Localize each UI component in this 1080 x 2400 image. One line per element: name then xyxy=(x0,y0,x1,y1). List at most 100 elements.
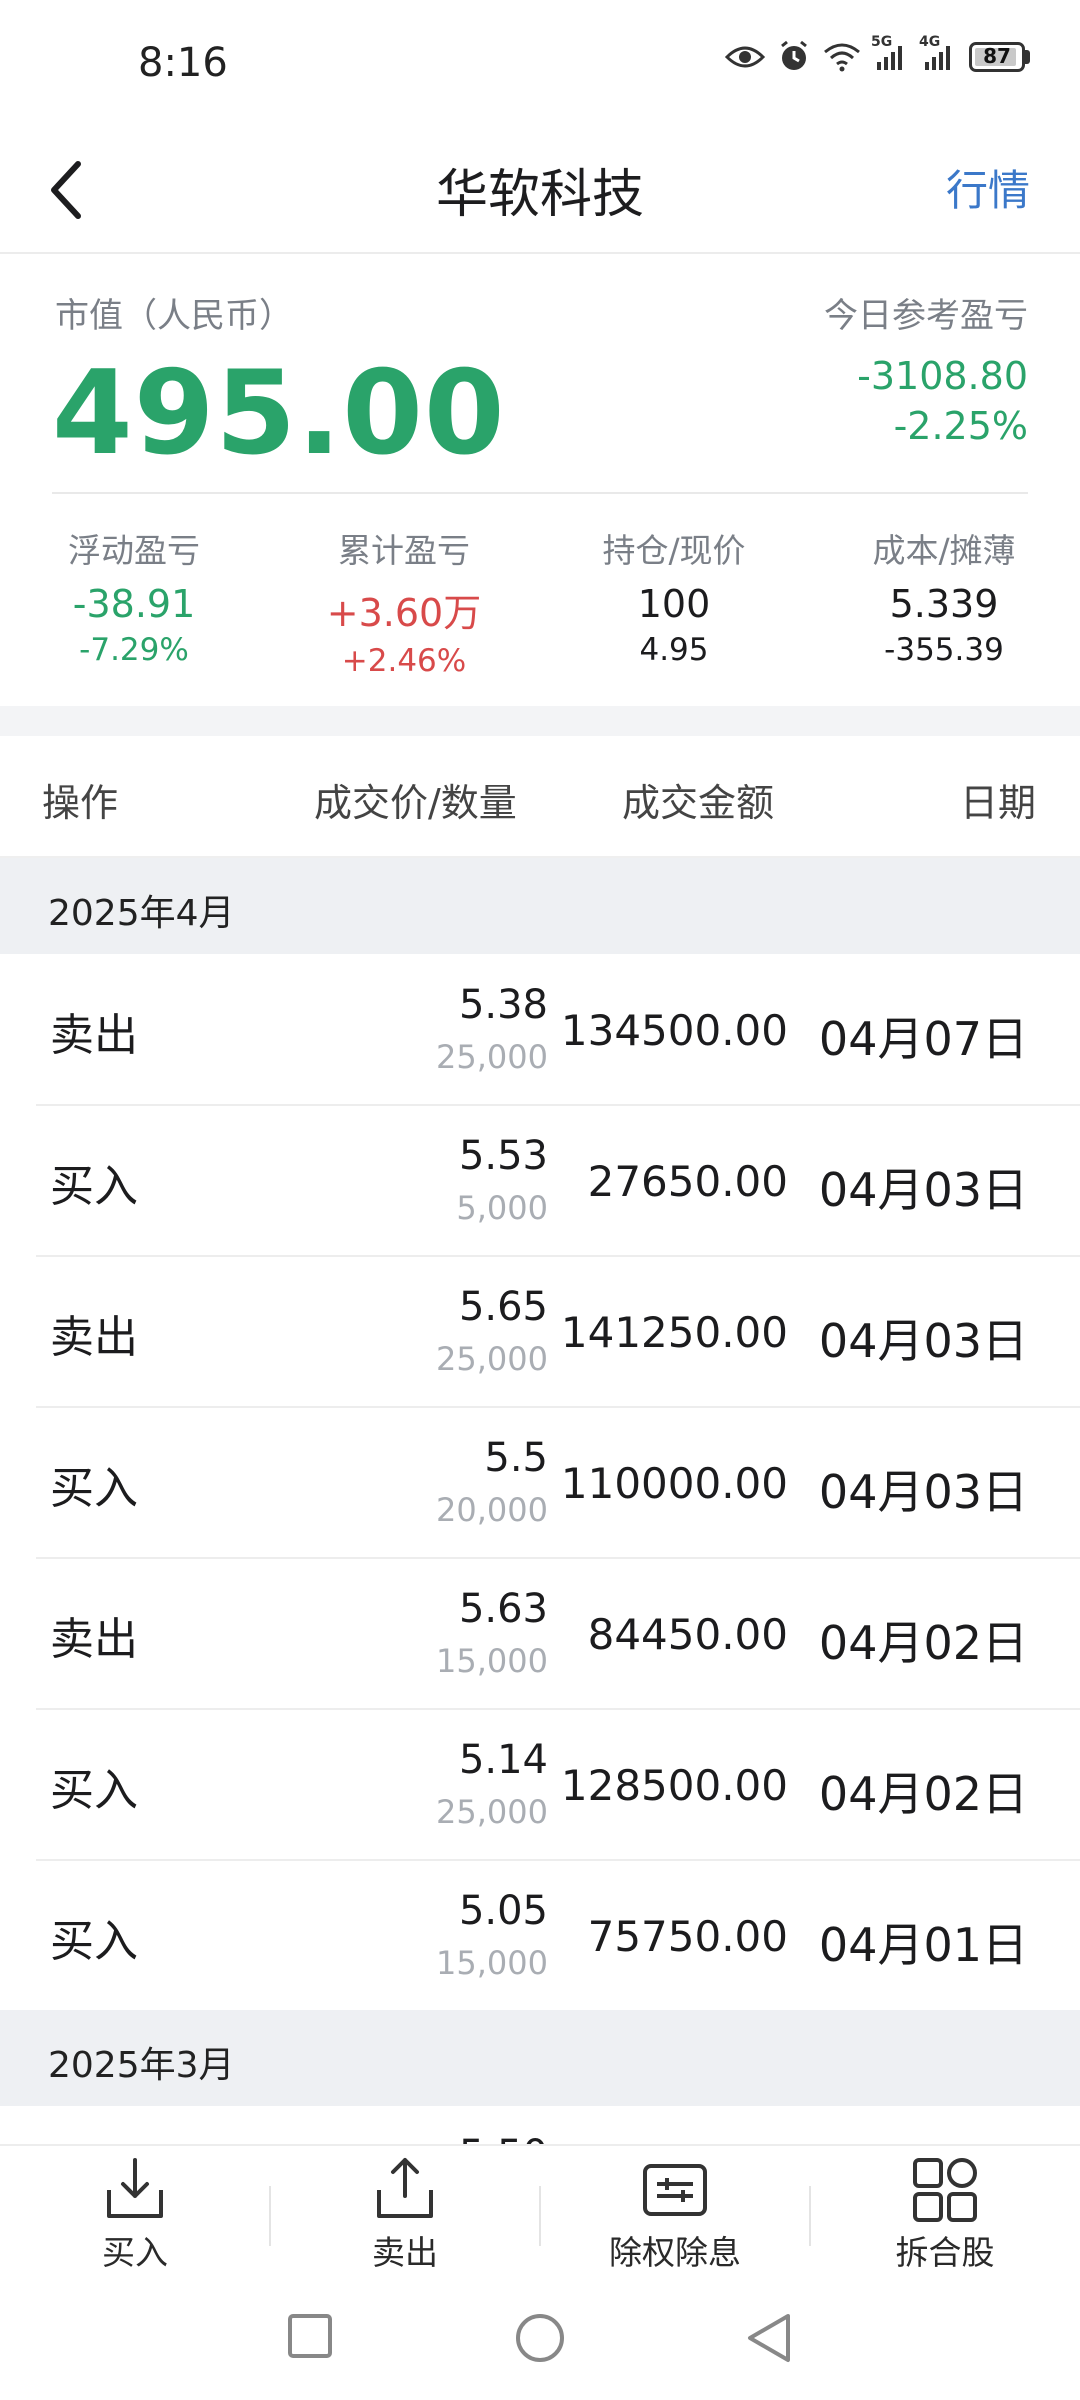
trade-operation: 买入 xyxy=(50,1916,138,1967)
eye-icon xyxy=(725,43,765,71)
trade-quantity: 25,000 xyxy=(436,1340,548,1378)
trade-date: 04月03日 xyxy=(818,1163,1028,1217)
section-separator xyxy=(0,706,1080,736)
trade-amount: 27650.00 xyxy=(587,1157,788,1206)
trade-row[interactable]: 卖出 5.63 15,000 84450.00 04月02日 xyxy=(36,1558,1080,1710)
metric-cumulative-pl: 累计盈亏 +3.60万 +2.46% xyxy=(294,524,514,679)
divider xyxy=(52,492,1028,494)
metric-label: 持仓/现价 xyxy=(602,531,746,570)
buy-button[interactable]: 买入 xyxy=(0,2146,270,2286)
page-title: 华软科技 xyxy=(435,165,644,225)
month-label: 2025年4月 xyxy=(48,893,235,934)
trade-date: 04月03日 xyxy=(818,1314,1028,1368)
split-merge-label: 拆合股 xyxy=(895,2233,995,2272)
bottom-toolbar: 买入 卖出 除权除息 拆合股 xyxy=(0,2144,1080,2286)
today-pl-amount: -3108.80 xyxy=(857,354,1028,398)
metric-label: 浮动盈亏 xyxy=(68,531,200,570)
trade-quantity: 25,000 xyxy=(436,1793,548,1831)
trade-row[interactable]: 买入 5.14 25,000 128500.00 04月02日 xyxy=(36,1709,1080,1861)
metric-value: 100 xyxy=(637,582,711,626)
trade-quantity: 5,000 xyxy=(456,1189,548,1227)
triangle-back-icon xyxy=(748,2314,790,2362)
status-icons: 5G 4G 87 xyxy=(725,34,1030,74)
battery-cap xyxy=(1025,50,1030,64)
trade-row-partial[interactable]: 5.50 xyxy=(36,2104,1080,2144)
trade-price: 5.53 xyxy=(458,1133,548,1179)
trade-amount: 128500.00 xyxy=(560,1761,788,1810)
today-pl-percent: -2.25% xyxy=(893,404,1028,448)
nav-bar: 华软科技 行情 xyxy=(0,130,1080,254)
buy-label: 买入 xyxy=(102,2233,168,2272)
grid-icon xyxy=(913,2158,977,2222)
trade-price: 5.14 xyxy=(458,1737,548,1783)
trade-amount: 141250.00 xyxy=(560,1308,788,1357)
header-amount: 成交金额 xyxy=(622,781,775,825)
signal-5g-icon: 5G xyxy=(871,34,909,72)
square-icon xyxy=(288,2314,332,2358)
trade-operation: 卖出 xyxy=(50,1614,138,1665)
sell-button[interactable]: 卖出 xyxy=(270,2146,540,2286)
trade-row[interactable]: 买入 5.5 20,000 110000.00 04月03日 xyxy=(36,1407,1080,1559)
trade-amount: 84450.00 xyxy=(587,1610,788,1659)
market-value-label: 市值（人民币） xyxy=(55,296,293,336)
header-operation: 操作 xyxy=(42,781,119,825)
month-group-header: 2025年3月 xyxy=(0,2010,1080,2106)
battery-body: 87 xyxy=(969,42,1025,72)
split-merge-button[interactable]: 拆合股 xyxy=(810,2146,1080,2286)
metric-cost-diluted: 成本/摊薄 5.339 -355.39 xyxy=(834,524,1054,668)
battery-level: 87 xyxy=(983,44,1011,68)
header-date: 日期 xyxy=(959,781,1036,825)
trade-row[interactable]: 卖出 5.65 25,000 141250.00 04月03日 xyxy=(36,1256,1080,1408)
upload-tray-icon xyxy=(377,2158,433,2218)
trade-price: 5.65 xyxy=(458,1284,548,1330)
metric-position-price: 持仓/现价 100 4.95 xyxy=(564,524,784,668)
recent-apps-button[interactable] xyxy=(286,2312,334,2364)
trade-quantity: 20,000 xyxy=(436,1491,548,1529)
trade-date: 04月03日 xyxy=(818,1465,1028,1519)
trade-price: 5.50 xyxy=(459,2132,548,2144)
trade-quantity: 15,000 xyxy=(436,1642,548,1680)
trade-amount: 134500.00 xyxy=(560,1006,788,1055)
home-button[interactable] xyxy=(514,2312,566,2368)
month-group-header: 2025年4月 xyxy=(0,858,1080,954)
back-nav-button[interactable] xyxy=(744,2312,794,2368)
status-time: 8:16 xyxy=(138,40,228,86)
month-label: 2025年3月 xyxy=(48,2045,235,2086)
trade-date: 04月07日 xyxy=(818,1012,1028,1066)
header-price-qty: 成交价/数量 xyxy=(314,781,517,825)
trade-row[interactable]: 买入 5.53 5,000 27650.00 04月03日 xyxy=(36,1105,1080,1257)
trade-date: 04月02日 xyxy=(818,1616,1028,1670)
trade-row[interactable]: 卖出 5.38 25,000 134500.00 04月07日 xyxy=(36,954,1080,1106)
battery-icon: 87 xyxy=(969,42,1030,72)
system-navigation-bar xyxy=(0,2284,1080,2400)
download-tray-icon xyxy=(107,2158,163,2218)
signal-4g-icon: 4G xyxy=(919,34,957,72)
metric-subvalue: 4.95 xyxy=(639,632,709,668)
market-value: 495.00 xyxy=(52,346,506,481)
sell-label: 卖出 xyxy=(372,2233,438,2272)
trade-price: 5.5 xyxy=(484,1435,548,1481)
trade-price: 5.63 xyxy=(458,1586,548,1632)
trade-price: 5.05 xyxy=(458,1888,548,1934)
trade-operation: 买入 xyxy=(50,1463,138,1514)
adjust-sliders-icon xyxy=(643,2164,707,2216)
trade-row[interactable]: 买入 5.05 15,000 75750.00 04月01日 xyxy=(36,1860,1080,2010)
metric-subvalue: -7.29% xyxy=(79,632,189,668)
trade-quantity: 15,000 xyxy=(436,1944,548,1982)
trade-date: 04月01日 xyxy=(818,1918,1028,1972)
status-bar: 8:16 5G 4G 87 xyxy=(0,0,1080,130)
trade-amount: 110000.00 xyxy=(560,1459,788,1508)
metric-value: 5.339 xyxy=(889,582,999,626)
trade-operation: 卖出 xyxy=(50,1010,138,1061)
today-pl-label: 今日参考盈亏 xyxy=(824,296,1028,336)
trade-operation: 买入 xyxy=(50,1765,138,1816)
trade-amount: 75750.00 xyxy=(587,1912,788,1961)
market-quote-link[interactable]: 行情 xyxy=(946,157,1030,218)
ex-rights-button[interactable]: 除权除息 xyxy=(540,2146,810,2286)
metric-value: -38.91 xyxy=(72,582,196,626)
trade-price: 5.38 xyxy=(458,982,548,1028)
metric-label: 成本/摊薄 xyxy=(872,531,1016,570)
metric-label: 累计盈亏 xyxy=(338,531,470,570)
trade-table-header: 操作 成交价/数量 成交金额 日期 xyxy=(0,736,1080,858)
trade-operation: 卖出 xyxy=(50,1312,138,1363)
